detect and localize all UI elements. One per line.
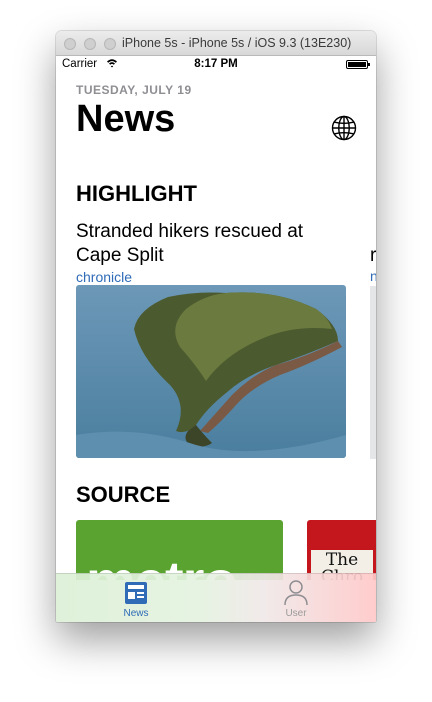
article-title: Stranded hikers rescued at Cape Split <box>76 221 304 266</box>
source-card-metro[interactable]: metro <box>76 520 283 580</box>
highlight-section-title: HIGHLIGHT <box>76 181 197 206</box>
tab-bar: News User <box>56 573 376 622</box>
window-title: iPhone 5s - iPhone 5s / iOS 9.3 (13E230) <box>122 36 352 50</box>
highlight-article-card[interactable]: Stranded hikers rescued at Cape Split ch… <box>76 220 346 458</box>
device-screen: Carrier 8:17 PM TUESDAY, JULY 19 News HI… <box>56 56 376 622</box>
status-time: 8:17 PM <box>194 58 238 70</box>
page-title: News <box>76 98 176 140</box>
tab-user-label: User <box>285 608 307 619</box>
next-article-source-fragment: n <box>370 268 376 284</box>
tab-news-label: News <box>123 608 149 619</box>
battery-icon <box>346 60 370 69</box>
article-source: chronicle <box>76 269 133 285</box>
next-article-image <box>370 286 376 459</box>
next-article-card[interactable]: r n <box>370 244 376 459</box>
tab-news[interactable]: News <box>56 574 216 622</box>
news-icon <box>124 581 148 605</box>
globe-icon[interactable] <box>330 114 358 142</box>
zoom-window-button[interactable] <box>104 38 116 50</box>
source-section-title: SOURCE <box>76 482 171 507</box>
date-label: TUESDAY, JULY 19 <box>76 83 192 97</box>
status-bar: Carrier 8:17 PM <box>56 56 376 74</box>
source-card-chronicle[interactable]: The Chro <box>307 520 376 580</box>
user-icon <box>284 580 308 606</box>
minimize-window-button[interactable] <box>84 38 96 50</box>
article-image <box>76 285 346 458</box>
close-window-button[interactable] <box>64 38 76 50</box>
window-titlebar: iPhone 5s - iPhone 5s / iOS 9.3 (13E230) <box>56 31 376 56</box>
simulator-window: iPhone 5s - iPhone 5s / iOS 9.3 (13E230)… <box>56 31 376 622</box>
tab-user[interactable]: User <box>216 574 376 622</box>
next-article-title-fragment: r <box>370 245 376 266</box>
